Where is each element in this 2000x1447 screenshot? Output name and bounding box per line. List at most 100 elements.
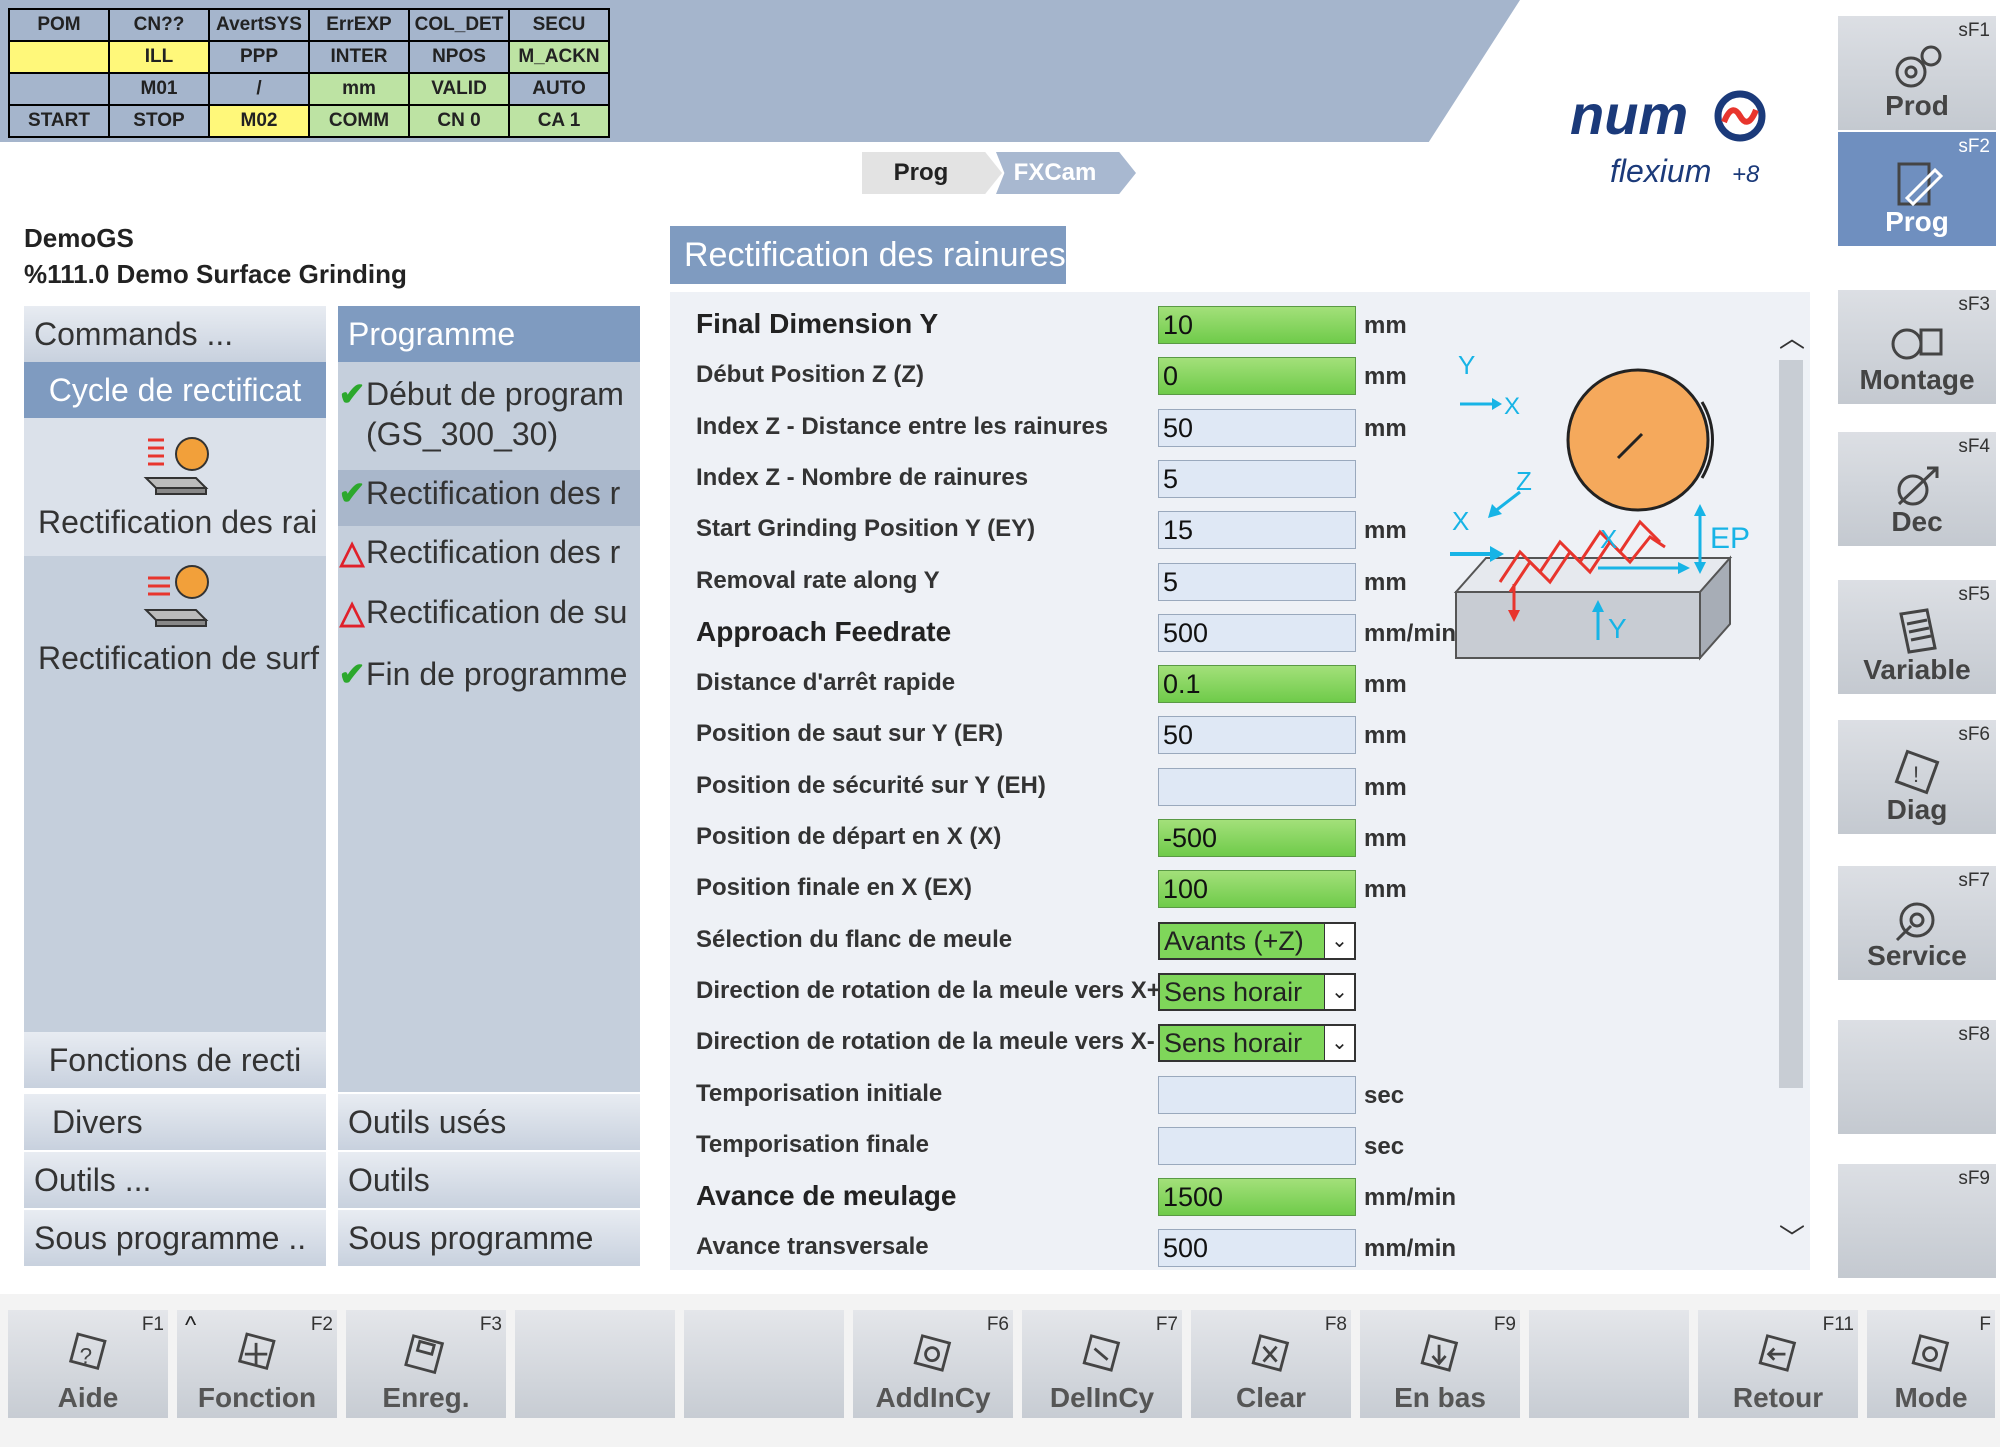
- bottom-softkey-7[interactable]: F7 DelInCy: [1022, 1310, 1182, 1418]
- softkey-label: Prog: [1885, 206, 1949, 237]
- cycle-item-2[interactable]: Rectification de surf: [24, 556, 326, 686]
- program-name: DemoGS: [24, 223, 134, 253]
- fonctions-button[interactable]: Fonctions de recti: [24, 1032, 326, 1088]
- form-row-input[interactable]: 500: [1158, 613, 1356, 652]
- bottom-softkey-11[interactable]: F11 Retour: [1698, 1310, 1858, 1418]
- softkey-label: DelInCy: [1049, 1382, 1155, 1413]
- mid-outils-button[interactable]: Outils: [338, 1152, 640, 1208]
- scroll-thumb[interactable]: [1779, 360, 1803, 1088]
- form-row-input[interactable]: 100: [1158, 870, 1356, 909]
- side-softkey-6[interactable]: sF6! Diag: [1838, 720, 1996, 834]
- side-softkey-1[interactable]: sF1 Prod: [1838, 16, 1996, 130]
- prog-item-groove-2-label: Rectification des r: [366, 534, 621, 570]
- bottom-softkey-1[interactable]: F1? Aide: [8, 1310, 168, 1418]
- bottom-softkey-6[interactable]: F6 AddInCy: [853, 1310, 1013, 1418]
- status-cell: COMM: [310, 106, 408, 136]
- scroll-up-icon[interactable]: ︿: [1779, 318, 1805, 353]
- form-row-label: Final Dimension Y: [696, 308, 939, 339]
- bottom-softkey-8[interactable]: F8 Clear: [1191, 1310, 1351, 1418]
- status-cell: CN??: [110, 10, 208, 40]
- bottom-softkey-9[interactable]: F9 En bas: [1360, 1310, 1520, 1418]
- chevron-down-icon[interactable]: ⌄: [1324, 923, 1354, 958]
- scroll-down-icon[interactable]: ﹀: [1779, 1218, 1805, 1253]
- status-cell: COL_DET: [410, 10, 508, 40]
- form-row-input[interactable]: 10: [1158, 306, 1356, 344]
- status-cell: NPOS: [410, 42, 508, 72]
- form-row: Sélection du flanc de meule Avants (+Z) ⌄: [670, 914, 1770, 966]
- bottom-softkey-5[interactable]: [684, 1310, 844, 1418]
- side-softkey-3[interactable]: sF3 Montage: [1838, 290, 1996, 404]
- bottom-softkey-10[interactable]: [1529, 1310, 1689, 1418]
- form-row-unit: mm: [1364, 671, 1407, 699]
- back-icon: [1758, 1334, 1797, 1372]
- side-softkey-9[interactable]: sF9: [1838, 1164, 1996, 1278]
- form-scrollbar[interactable]: ︿ ﹀: [1776, 318, 1806, 1258]
- check-icon: ✔: [338, 376, 366, 412]
- prog-item-start[interactable]: ✔Début de program (GS_300_30): [338, 374, 640, 454]
- check-icon: ✔: [338, 475, 366, 511]
- sous-programme-button[interactable]: Sous programme ..: [24, 1210, 326, 1266]
- form-row-input[interactable]: 0.1: [1158, 665, 1356, 704]
- form-row-input[interactable]: 5: [1158, 459, 1356, 498]
- form-row-unit: mm: [1364, 414, 1407, 442]
- cycle-item-1[interactable]: Rectification des rai: [24, 418, 326, 556]
- bottom-softkey-2[interactable]: F2 ^ Fonction: [177, 1310, 337, 1418]
- softkey-label: Service: [1867, 940, 1967, 971]
- form-row-input[interactable]: [1158, 1126, 1356, 1165]
- document-icon: [1899, 608, 1937, 654]
- form-row-input[interactable]: 0: [1158, 357, 1356, 396]
- softkey-code: F3: [479, 1314, 502, 1335]
- divers-button[interactable]: Divers: [24, 1094, 326, 1150]
- form-row-input[interactable]: [1158, 1075, 1356, 1114]
- form-row-input[interactable]: [1158, 767, 1356, 806]
- mid-sous-programme-button[interactable]: Sous programme: [338, 1210, 640, 1266]
- side-softkey-4[interactable]: sF4 Dec: [1838, 432, 1996, 546]
- prog-item-end[interactable]: ✔Fin de programme: [338, 654, 640, 694]
- softkey-code: F8: [1324, 1314, 1347, 1335]
- status-cell: [10, 42, 108, 72]
- commands-button[interactable]: Commands ...: [24, 306, 326, 362]
- chevron-down-icon[interactable]: ⌄: [1324, 974, 1354, 1009]
- svg-text:?: ?: [80, 1343, 92, 1368]
- outils-button[interactable]: Outils ...: [24, 1152, 326, 1208]
- form-row-input[interactable]: 5: [1158, 562, 1356, 601]
- status-cell: INTER: [310, 42, 408, 72]
- form-row-input[interactable]: 15: [1158, 511, 1356, 550]
- form-row: Approach Feedrate 500 mm/min: [670, 606, 1770, 658]
- status-cell: ILL: [110, 42, 208, 72]
- down-icon: [1420, 1334, 1459, 1372]
- form-row-input[interactable]: 500: [1158, 1229, 1356, 1268]
- prog-item-groove-2[interactable]: △Rectification des r: [338, 532, 640, 572]
- svg-text:!: !: [1913, 762, 1919, 787]
- form-row-input[interactable]: 50: [1158, 408, 1356, 447]
- chevron-down-icon[interactable]: ⌄: [1324, 1026, 1354, 1061]
- side-softkey-5[interactable]: sF5 Variable: [1838, 580, 1996, 694]
- softkey-code: F1: [141, 1314, 164, 1335]
- prog-item-surface[interactable]: △Rectification de su: [338, 592, 640, 632]
- form-row-input[interactable]: 1500: [1158, 1178, 1356, 1217]
- program-title: DemoGS %111.0 Demo Surface Grinding: [24, 220, 407, 292]
- bottom-softkey-3[interactable]: F3 Enreg.: [346, 1310, 506, 1418]
- bottom-softkey-12[interactable]: F Mode: [1867, 1310, 1995, 1418]
- cycle-selected[interactable]: Cycle de rectificat: [24, 362, 326, 418]
- form-row-select[interactable]: Sens horair ⌄: [1158, 1024, 1356, 1063]
- form-row-select[interactable]: Avants (+Z) ⌄: [1158, 921, 1356, 960]
- outils-uses-button[interactable]: Outils usés: [338, 1094, 640, 1150]
- status-cell: STOP: [110, 106, 208, 136]
- form-row-select[interactable]: Sens horair ⌄: [1158, 972, 1356, 1011]
- breadcrumb-prog[interactable]: Prog: [862, 152, 1002, 194]
- side-softkey-8[interactable]: sF8: [1838, 1020, 1996, 1134]
- prog-item-groove-selected[interactable]: ✔Rectification des r: [338, 470, 640, 526]
- side-softkey-2[interactable]: sF2 Prog: [1838, 132, 1996, 246]
- flexium-suffix: +8: [1732, 161, 1760, 188]
- bottom-softkey-4[interactable]: [515, 1310, 675, 1418]
- breadcrumb-fxcam[interactable]: FXCam: [996, 152, 1136, 194]
- form-row-input[interactable]: -500: [1158, 819, 1356, 857]
- offset-icon: [1897, 466, 1939, 506]
- form-row-input[interactable]: 50: [1158, 716, 1356, 755]
- side-softkey-7[interactable]: sF7 Service: [1838, 866, 1996, 980]
- form-row-label: Position de saut sur Y (ER): [696, 720, 1004, 748]
- softkey-code: sF8: [1958, 1024, 1990, 1045]
- softkey-label: Fonction: [197, 1382, 317, 1413]
- form-row-label: Start Grinding Position Y (EY): [696, 515, 1036, 543]
